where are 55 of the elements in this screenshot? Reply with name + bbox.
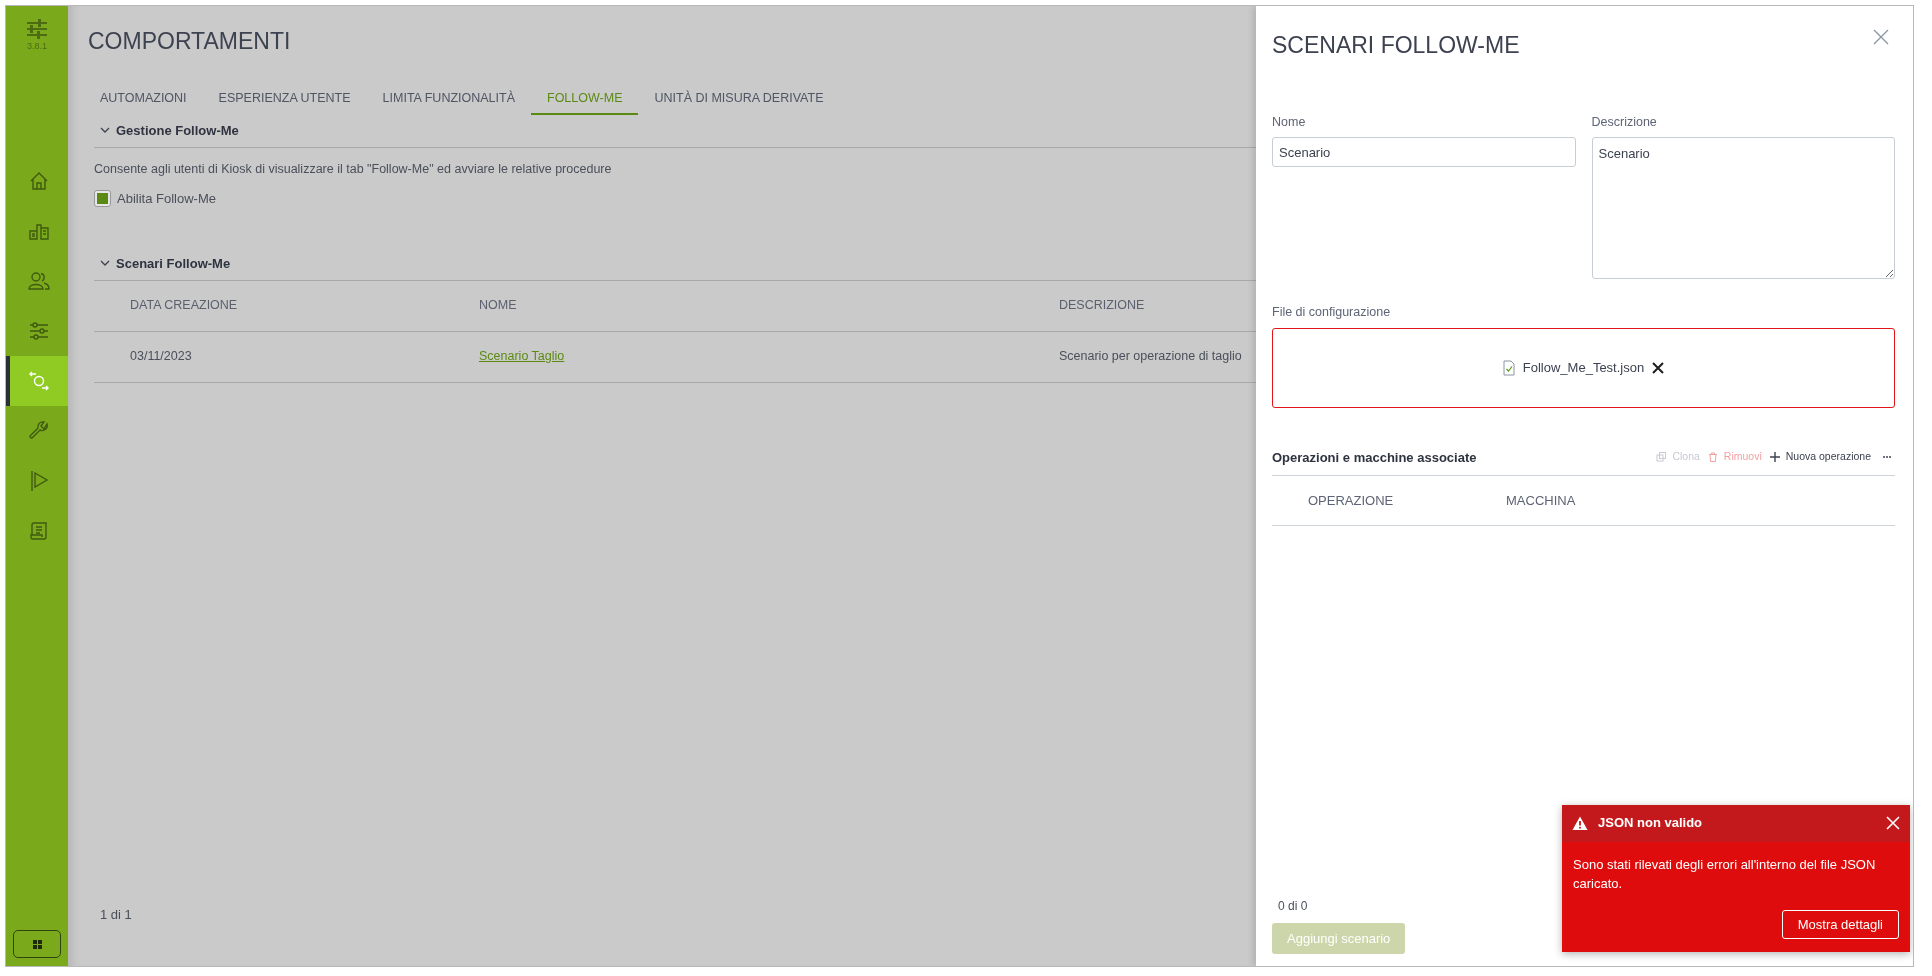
table-cell-text: Scenario per operazione di taglio: [1059, 348, 1243, 366]
details-button[interactable]: Mostra dettagli: [1781, 909, 1899, 939]
section-title: Gestione Follow-Me: [116, 122, 239, 141]
close-icon: [1873, 28, 1889, 45]
section-title: Scenari Follow-Me: [116, 255, 231, 273]
users-icon: [27, 269, 51, 293]
table-cell-text: 03/11/2023: [129, 348, 193, 366]
settings-icon: [25, 18, 49, 40]
section-header[interactable]: Gestione Follow-Me: [94, 115, 1256, 148]
scenario-link[interactable]: Scenario Taglio: [479, 347, 565, 366]
tab[interactable]: ESPERIENZA UTENTE: [202, 82, 367, 116]
warning-icon: [1572, 815, 1588, 831]
file-name: Follow_Me_Test.json: [1522, 358, 1645, 377]
pagination-text: 1 di 1: [100, 905, 133, 924]
column-header: DATA CREAZIONE: [129, 297, 239, 315]
sidebar-item[interactable]: [6, 356, 68, 406]
section-header[interactable]: Scenari Follow-Me: [94, 248, 1256, 281]
plus-icon: [1769, 452, 1780, 463]
column-header: DESCRIZIONE: [1059, 297, 1146, 315]
tab[interactable]: FOLLOW-ME: [531, 82, 639, 116]
field-label: File di configurazione: [1272, 303, 1392, 321]
close-icon: [1652, 361, 1665, 374]
close-button[interactable]: [1886, 816, 1900, 830]
checkbox-label: Abilita Follow-Me: [117, 189, 216, 208]
file-dropzone[interactable]: Follow_Me_Test.json: [1272, 327, 1895, 408]
description-field[interactable]: Scenario: [1591, 137, 1895, 280]
grid-icon: [32, 939, 42, 949]
pagination-text: 0 di 0: [1278, 897, 1309, 915]
tab[interactable]: AUTOMAZIONI: [84, 82, 203, 116]
toast-title: JSON non valido: [1598, 814, 1702, 833]
checkbox[interactable]: [94, 189, 111, 207]
name-field[interactable]: Scenario: [1272, 137, 1576, 168]
copy-icon: [1656, 452, 1667, 463]
page-title: COMPORTAMENTI: [88, 27, 292, 56]
sliders-icon: [27, 319, 51, 343]
version-label: 3.8.1: [27, 40, 47, 53]
column-header: NOME: [479, 297, 518, 315]
tab[interactable]: LIMITA FUNZIONALITÀ: [366, 82, 531, 116]
toolbar-button[interactable]: Nuova operazione: [1765, 449, 1875, 466]
circle-arrows-icon: [27, 369, 51, 393]
drawer-title: SCENARI FOLLOW-ME: [1272, 31, 1520, 60]
field-label: Nome: [1272, 113, 1307, 131]
description-text: Consente agli utenti di Kiosk di visualizzare il tab "Follow-Me" ed avviare le relative procedure: [94, 160, 613, 178]
more-icon: [1883, 456, 1891, 459]
field-label: Descrizione: [1591, 113, 1658, 131]
section-title: Operazioni e macchine associate: [1272, 448, 1477, 467]
tab[interactable]: UNITÀ DI MISURA DERIVATE: [638, 82, 840, 116]
column-header: MACCHINA: [1506, 491, 1576, 510]
close-icon: [1886, 816, 1900, 830]
trash-icon: [1707, 452, 1718, 463]
apps-button[interactable]: [13, 930, 61, 958]
toast-message: Sono stati rilevati degli errori all'interno del file JSON caricato.: [1573, 855, 1877, 893]
file-icon: [1502, 359, 1515, 376]
column-header: OPERAZIONE: [1307, 491, 1395, 510]
remove-file-button[interactable]: [1652, 361, 1665, 374]
